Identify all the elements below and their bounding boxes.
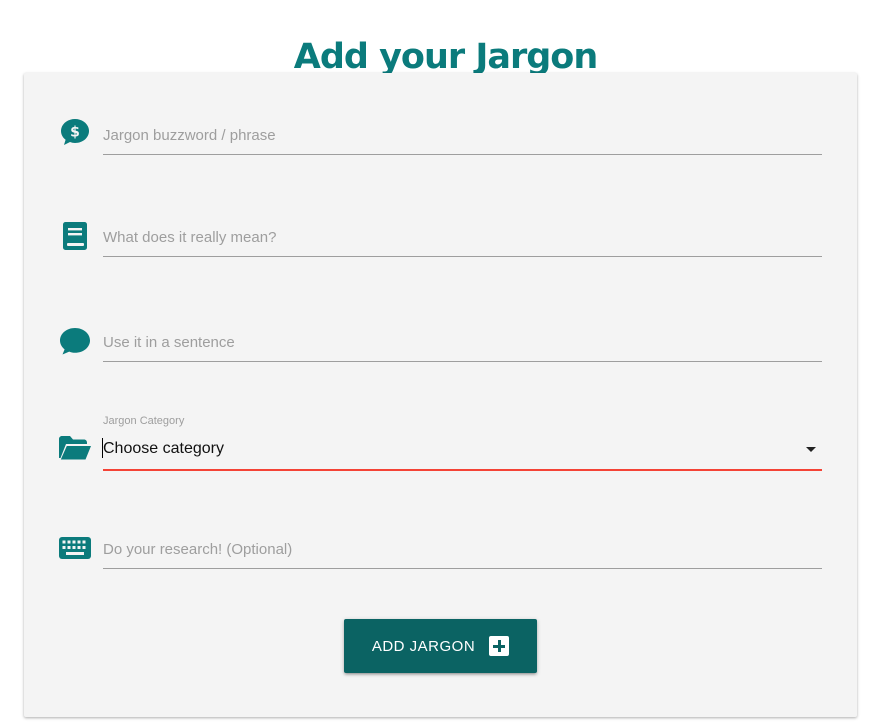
category-selected-value: Choose category	[103, 440, 224, 457]
add-jargon-button[interactable]: ADD JARGON	[344, 619, 537, 673]
dropdown-arrow-icon	[806, 447, 816, 452]
add-jargon-form: $ Jargon C	[24, 73, 857, 717]
jargon-phrase-input[interactable]	[103, 117, 822, 155]
svg-text:$: $	[70, 125, 80, 141]
keyboard-icon	[58, 533, 92, 563]
folder-open-icon	[58, 433, 92, 463]
add-jargon-label: ADD JARGON	[371, 637, 476, 655]
meaning-input[interactable]	[103, 219, 822, 257]
dollar-chat-icon: $	[58, 117, 92, 147]
sentence-input[interactable]	[103, 324, 822, 362]
category-label: Jargon Category	[103, 415, 185, 427]
book-icon	[58, 221, 92, 251]
plus-box-icon	[489, 636, 510, 656]
chat-bubble-icon	[58, 326, 92, 356]
category-select[interactable]: Choose category	[102, 429, 822, 471]
research-input[interactable]	[103, 531, 822, 569]
